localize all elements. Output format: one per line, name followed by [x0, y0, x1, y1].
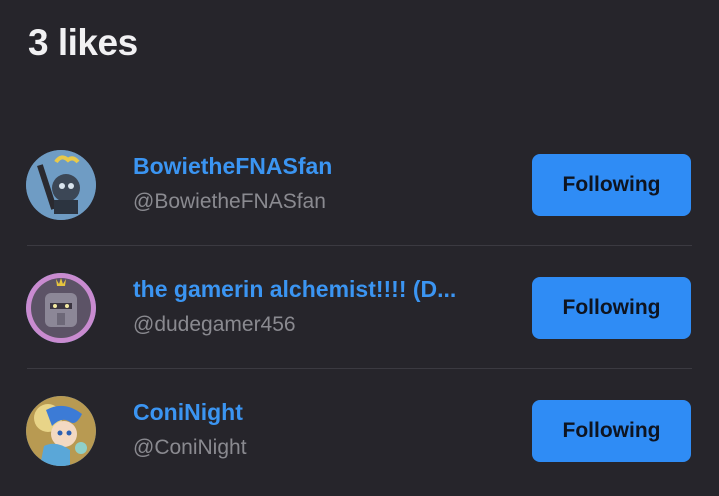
avatar-armor-icon[interactable] — [26, 273, 96, 343]
likes-title: 3 likes — [28, 22, 138, 63]
avatar-bowie-icon[interactable] — [26, 150, 96, 220]
user-display-name[interactable]: the gamerin alchemist!!!! (D... — [133, 276, 456, 303]
following-button[interactable]: Following — [532, 154, 691, 216]
following-button[interactable]: Following — [532, 400, 691, 462]
user-handle: @BowietheFNASfan — [133, 190, 326, 213]
user-display-name[interactable]: ConiNight — [133, 399, 243, 426]
user-handle: @ConiNight — [133, 436, 247, 459]
user-row[interactable]: the gamerin alchemist!!!! (D... @dudegam… — [0, 246, 719, 369]
avatar-anime-icon[interactable] — [26, 396, 96, 466]
user-row[interactable]: BowietheFNASfan @BowietheFNASfan Followi… — [0, 123, 719, 246]
user-display-name[interactable]: BowietheFNASfan — [133, 153, 332, 180]
user-row[interactable]: ConiNight @ConiNight Following — [0, 369, 719, 492]
user-handle: @dudegamer456 — [133, 313, 296, 336]
likes-list: BowietheFNASfan @BowietheFNASfan Followi… — [0, 123, 719, 492]
following-button[interactable]: Following — [532, 277, 691, 339]
